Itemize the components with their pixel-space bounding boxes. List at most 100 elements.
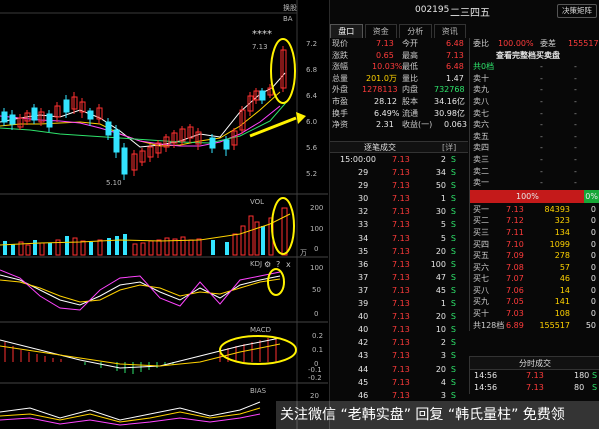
bid-volume: 46 — [559, 274, 570, 284]
trade-time: 42 — [358, 338, 369, 348]
ask-row: 卖二 - - — [470, 166, 599, 178]
ask-label: 卖三 — [473, 154, 489, 164]
vol-tick: 200 — [310, 204, 323, 212]
trade-side: S — [450, 377, 456, 387]
trade-side: S — [450, 390, 456, 400]
bid-count: 50 — [585, 320, 596, 330]
diff-label: 委差 — [540, 39, 556, 48]
trade-side: S — [450, 299, 456, 309]
ask-row: 卖六 - - — [470, 119, 599, 131]
quote-row: 涨跌 0.65 最高 7.13 — [330, 50, 468, 62]
trade-volume: 2 — [440, 338, 446, 348]
quote-value: 201.0万 — [366, 73, 397, 83]
trade-time: 40 — [358, 312, 369, 322]
bid-count: 0 — [590, 274, 596, 284]
close-icon[interactable]: x — [286, 260, 291, 269]
trade-volume: 3 — [440, 390, 446, 400]
trade-row: 37 7.13 45 S — [330, 284, 468, 297]
bid-price: 7.13 — [506, 204, 524, 214]
quote-value: 0.063 — [444, 120, 467, 130]
ask-price: - — [540, 131, 543, 141]
bid-row: 共128档 6.89 155517 50 — [470, 320, 599, 332]
trade-time: 29 — [358, 168, 369, 178]
help-icon[interactable]: ? — [276, 260, 280, 269]
high-price-label: 7.13 — [252, 43, 268, 51]
trade-row: 30 7.13 1 S — [330, 192, 468, 205]
ask-price: - — [540, 73, 543, 83]
trade-row: 44 7.13 20 S — [330, 363, 468, 376]
price-tick: 5.2 — [306, 170, 317, 178]
trade-volume: 20 — [435, 312, 446, 322]
trade-row: 46 7.13 3 S — [330, 389, 468, 402]
stock-code: 002195 — [415, 5, 450, 15]
minute-trades: 分时成交 14:56 7.13 180 S 14:56 7.13 80 S — [469, 356, 599, 394]
ask-row: 卖九 - - — [470, 84, 599, 96]
trade-side: S — [450, 272, 456, 282]
trade-time: 37 — [358, 272, 369, 282]
ask-label: 共0档 — [473, 62, 495, 72]
trade-side: S — [450, 194, 456, 204]
trade-side: S — [450, 246, 456, 256]
bid-row: 买三 7.11 134 0 — [470, 227, 599, 239]
bid-label: 共128档 — [473, 320, 505, 330]
quote-table: 现价 7.13 今开 6.48 涨跌 0.65 最高 7.13 涨幅 10.03% 最低 6.48… — [330, 38, 468, 131]
quote-value: 1.47 — [446, 73, 464, 83]
tab-zijin[interactable]: 资金 — [364, 24, 397, 38]
bid-volume: 1099 — [549, 239, 570, 249]
kdj-label: KDJ — [250, 260, 262, 268]
trade-volume: 1 — [440, 299, 446, 309]
bid-row: 买四 7.10 1099 0 — [470, 239, 599, 251]
tab-pankou[interactable]: 盘口 — [330, 24, 363, 38]
bid-volume: 57 — [559, 262, 570, 272]
buy-ratio: 100% — [516, 191, 539, 201]
trade-volume: 2 — [440, 155, 446, 164]
trade-time: 37 — [358, 285, 369, 295]
bid-row: 买一 7.13 84393 0 — [470, 204, 599, 216]
trade-price: 7.13 — [392, 233, 410, 243]
ask-price: - — [540, 154, 543, 164]
tab-fenxi[interactable]: 分析 — [399, 24, 432, 38]
trade-side: S — [450, 168, 456, 178]
ask-label: 卖二 — [473, 166, 489, 176]
kline-chart-svg[interactable]: 换股 BA **** 7.13 5.10 7.2 6.8 6.4 6.0 5.6… — [0, 0, 328, 429]
ask-volume: - — [574, 120, 577, 130]
quote-row: 涨幅 10.03% 最低 6.48 — [330, 61, 468, 73]
kline-chart-panel[interactable]: 换股 BA **** 7.13 5.10 7.2 6.8 6.4 6.0 5.6… — [0, 0, 328, 429]
bias-label: BIAS — [250, 387, 267, 395]
bid-label: 买七 — [473, 274, 489, 284]
decision-matrix-button[interactable]: 决策矩阵 — [557, 4, 597, 18]
ask-row: 卖三 - - — [470, 154, 599, 166]
quote-label: 净资 — [332, 120, 348, 130]
trade-time: 32 — [358, 207, 369, 217]
bid-volume: 84393 — [544, 204, 570, 214]
quote-value: 6.49% — [374, 108, 400, 118]
ratio-label: 委比 — [473, 39, 489, 48]
trade-row: 43 7.13 3 S — [330, 349, 468, 362]
trade-time: 15:00:00 — [340, 155, 376, 164]
macd-tick: -0.2 — [308, 374, 322, 382]
full-book-link[interactable]: 查看完整档买卖盘 — [470, 50, 599, 62]
gear-icon[interactable]: ⚙ — [264, 260, 271, 269]
quote-tabs: 盘口 资金 分析 资讯 — [330, 24, 468, 38]
ask-price: - — [540, 96, 543, 106]
tab-zixun[interactable]: 资讯 — [433, 24, 466, 38]
watermark-banner: 关注微信 “老韩实盘” 回复 “韩氏量柱” 免费领 — [276, 401, 599, 429]
trade-price: 7.13 — [392, 312, 410, 322]
quote-value: 0.65 — [376, 50, 394, 60]
quote-row: 市盈 28.12 股本 34.16亿 — [330, 96, 468, 108]
top-label[interactable]: 换股 — [283, 3, 297, 12]
trade-price: 7.13 — [392, 299, 410, 309]
ask-volume: - — [574, 154, 577, 164]
bid-label: 买六 — [473, 262, 489, 272]
bid-label: 买四 — [473, 239, 489, 249]
right-panel: 002195 二三四五 决策矩阵 盘口 资金 分析 资讯 现价 7.13 今开 6.4… — [329, 0, 599, 429]
trade-volume: 34 — [435, 168, 446, 178]
bid-price: 7.12 — [506, 216, 524, 226]
quote-label: 现价 — [332, 39, 348, 48]
price-tick: 6.4 — [306, 92, 318, 100]
quote-label: 今开 — [402, 39, 418, 48]
stock-name: 二三四五 — [450, 8, 490, 19]
trade-row: 37 7.13 47 S — [330, 271, 468, 284]
minute-trades-title[interactable]: 分时成交 — [470, 357, 599, 370]
quote-label: 股本 — [402, 96, 418, 106]
